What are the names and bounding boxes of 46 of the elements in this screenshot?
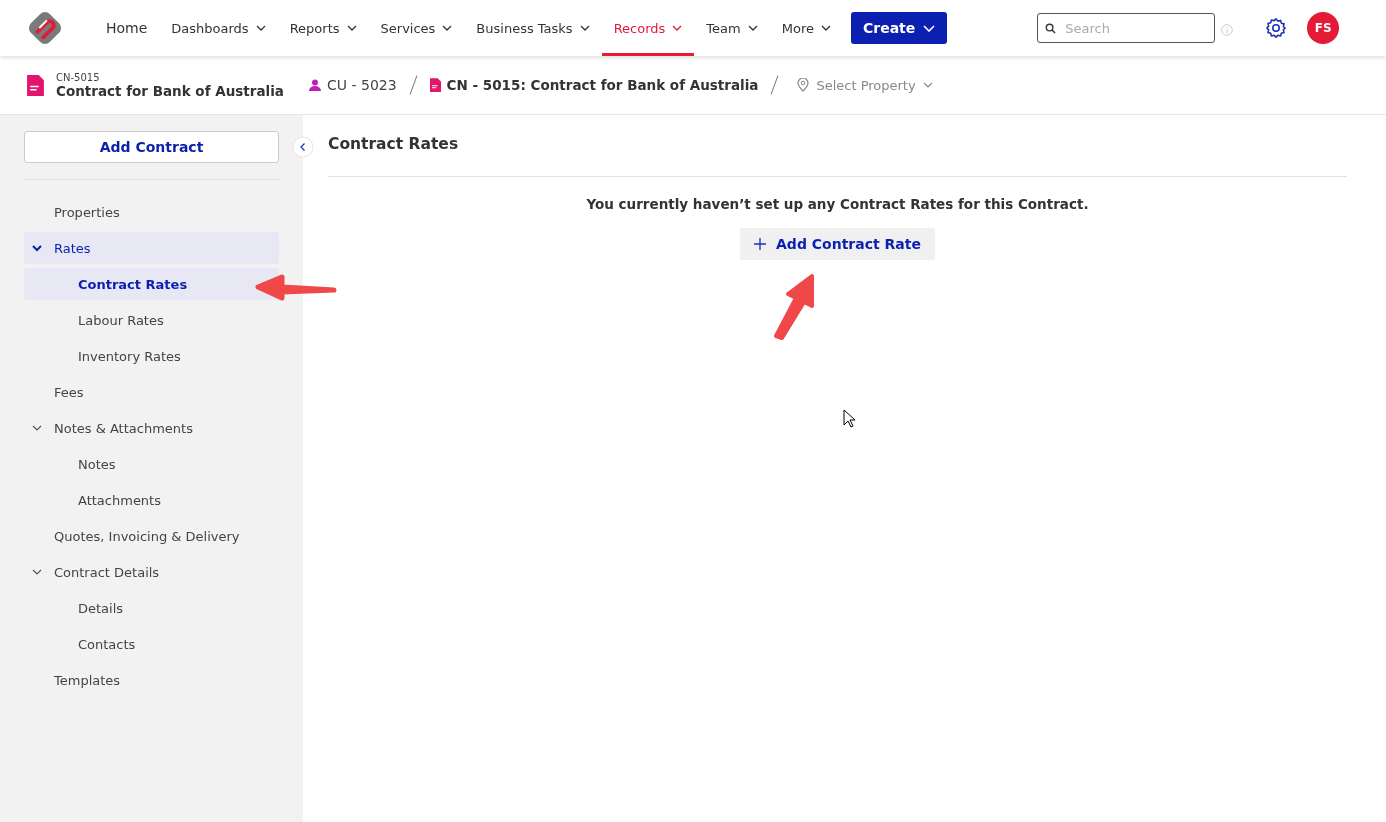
add-contract-rate-button[interactable]: Add Contract Rate [740, 228, 935, 260]
sidebar-subitem[interactable]: Details [24, 592, 279, 624]
sidebar-item[interactable]: Contract Details [24, 556, 279, 588]
sidebar-item[interactable]: Fees [24, 376, 279, 408]
empty-state-message: You currently haven’t set up any Contract Rates for this Contract. [585, 196, 1090, 212]
sidebar-subitem[interactable]: Notes [24, 448, 279, 480]
nav-menu-item[interactable]: Dashboards [159, 0, 278, 56]
sidebar-subitem[interactable]: Labour Rates [24, 304, 279, 336]
property-dropdown[interactable]: Select Property [791, 76, 939, 94]
nav-menu-item[interactable]: Services [368, 0, 465, 56]
section-title: Contract Rates [328, 135, 460, 153]
mouse-cursor-icon [843, 409, 855, 428]
breadcrumb-link[interactable]: CN - 5015: Contract for Bank of Australia [446, 77, 759, 93]
user-avatar[interactable]: FS [1307, 12, 1340, 44]
record-title: Contract for Bank of Australia [56, 82, 284, 99]
sidebar-item[interactable]: Rates [24, 232, 279, 264]
sidebar-subitem[interactable]: Contract Rates [24, 268, 279, 300]
chevron-down-icon[interactable] [32, 243, 42, 253]
sidebar-subitem[interactable]: Attachments [24, 484, 279, 516]
chevron-down-icon[interactable] [32, 567, 42, 577]
nav-menu-item[interactable]: Team [694, 0, 770, 56]
sidebar-item[interactable]: Properties [24, 196, 279, 228]
add-contract-button[interactable]: Add Contract [24, 131, 279, 163]
nav-menu-item[interactable]: Business Tasks [464, 0, 602, 56]
nav-menu-item[interactable]: Records [601, 0, 695, 56]
record-code: CN-5015 [56, 71, 101, 83]
create-button[interactable]: Create [850, 12, 948, 44]
chevron-down-icon [922, 82, 933, 88]
settings-icon[interactable] [1265, 17, 1288, 39]
person-icon [309, 79, 321, 91]
document-icon [429, 78, 441, 92]
document-icon [27, 74, 44, 96]
nav-menu-item[interactable]: Home [94, 0, 160, 56]
chevron-down-icon [923, 24, 936, 32]
nav-menu-item[interactable]: More [769, 0, 843, 56]
plus-icon [754, 238, 767, 250]
sidebar-item[interactable]: Notes & Attachments [24, 412, 279, 444]
sidebar-item[interactable]: Quotes, Invoicing & Delivery [24, 520, 279, 552]
location-pin-icon [797, 78, 810, 92]
chevron-down-icon[interactable] [32, 423, 42, 433]
nav-menu-item[interactable]: Reports [277, 0, 369, 56]
sidebar-subitem[interactable]: Contacts [24, 628, 279, 660]
sidebar-subitem[interactable]: Inventory Rates [24, 340, 279, 372]
breadcrumb-link[interactable]: CU - 5023 [327, 77, 397, 93]
search-field[interactable]: Search [1037, 13, 1216, 43]
sidebar-item[interactable]: Templates [24, 664, 279, 696]
